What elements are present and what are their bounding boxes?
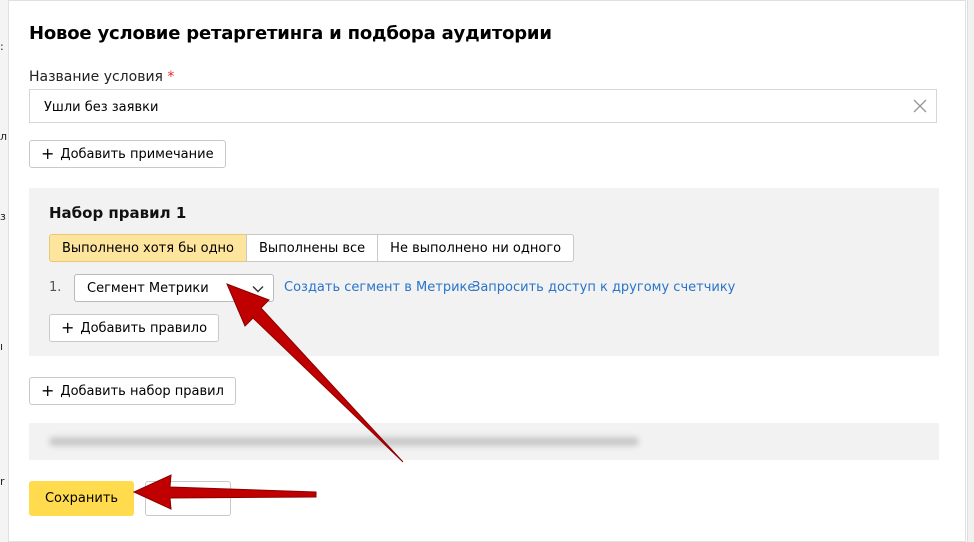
add-rule-button[interactable]: + Добавить правило bbox=[49, 314, 220, 342]
condition-name-label: Название условия * bbox=[29, 69, 174, 85]
add-rule-set-label: Добавить набор правил bbox=[60, 383, 224, 399]
create-segment-link[interactable]: Создать сегмент в Метрике bbox=[284, 280, 475, 295]
plus-icon: + bbox=[61, 318, 75, 337]
rule-number: 1. bbox=[49, 280, 62, 295]
mode-all[interactable]: Выполнены все bbox=[246, 234, 379, 262]
cancel-button[interactable] bbox=[145, 481, 231, 516]
add-rule-set-button[interactable]: + Добавить набор правил bbox=[29, 377, 236, 405]
condition-name-field[interactable] bbox=[29, 89, 937, 124]
rule-mode-switch: Выполнено хотя бы одно Выполнены все Не … bbox=[49, 234, 575, 262]
blurred-hint bbox=[29, 423, 939, 460]
condition-name-label-text: Название условия bbox=[29, 69, 163, 85]
add-note-label: Добавить примечание bbox=[60, 146, 214, 162]
add-note-button[interactable]: + Добавить примечание bbox=[29, 140, 226, 168]
plus-icon: + bbox=[41, 144, 55, 163]
save-button[interactable]: Сохранить bbox=[29, 481, 134, 516]
retargeting-dialog: Новое условие ретаргетинга и подбора ауд… bbox=[8, 0, 966, 542]
page-scrollbar[interactable] bbox=[967, 0, 974, 542]
close-icon[interactable] bbox=[912, 98, 928, 114]
chevron-down-icon bbox=[252, 286, 264, 293]
rule-set-title: Набор правил 1 bbox=[49, 204, 187, 222]
add-rule-label: Добавить правило bbox=[80, 320, 208, 336]
request-access-link[interactable]: Запросить доступ к другому счетчику bbox=[472, 280, 735, 295]
mode-any[interactable]: Выполнено хотя бы одно bbox=[49, 234, 248, 262]
plus-icon: + bbox=[41, 381, 55, 400]
rule-set-panel: Набор правил 1 Выполнено хотя бы одно Вы… bbox=[29, 188, 939, 356]
rule-type-value: Сегмент Метрики bbox=[87, 280, 209, 296]
dialog-title: Новое условие ретаргетинга и подбора ауд… bbox=[29, 23, 552, 44]
rule-type-select[interactable]: Сегмент Метрики bbox=[74, 274, 274, 302]
required-mark: * bbox=[167, 69, 175, 85]
blurred-text bbox=[49, 437, 639, 446]
condition-name-input[interactable] bbox=[42, 90, 906, 124]
mode-none[interactable]: Не выполнено ни одного bbox=[377, 234, 575, 262]
